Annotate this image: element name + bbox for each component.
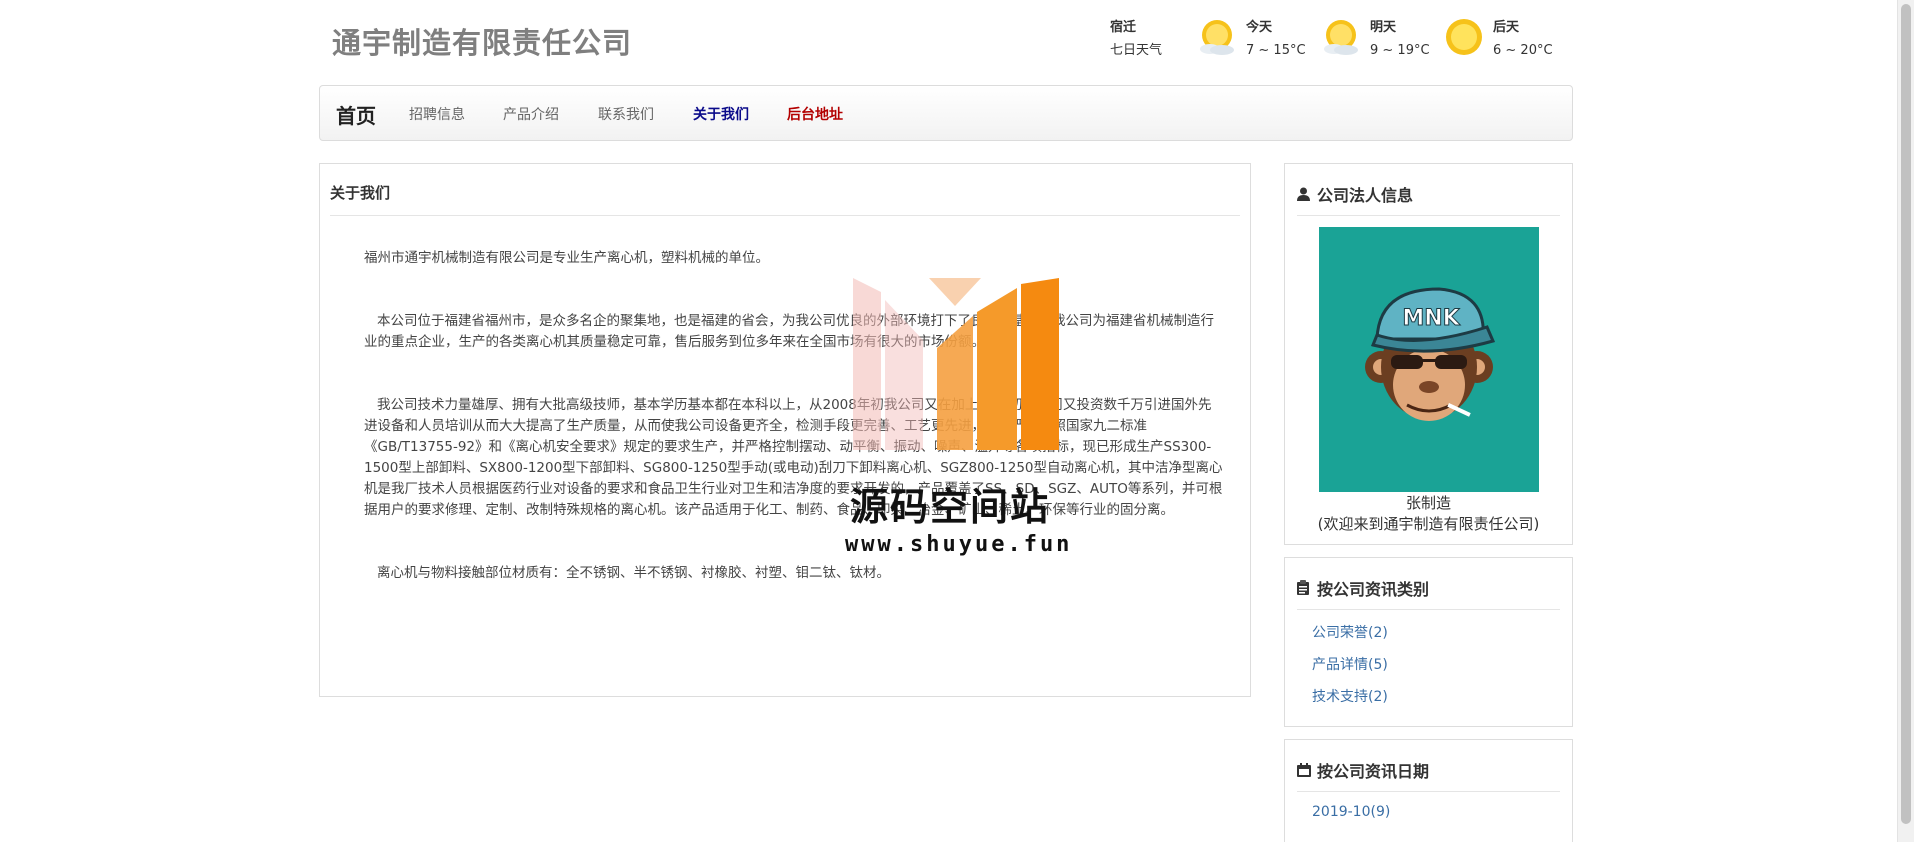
divider xyxy=(1297,791,1560,792)
divider xyxy=(1297,609,1560,610)
weather-day-name: 后天 xyxy=(1493,20,1520,35)
nav-item-jobs[interactable]: 招聘信息 xyxy=(409,104,465,124)
article-paragraph: 离心机与物料接触部位材质有：全不锈钢、半不锈钢、衬橡胶、衬塑、钼二钛、钛材。 xyxy=(377,565,890,581)
date-title: 按公司资讯日期 xyxy=(1317,762,1430,781)
weather-day-temp: 9 ~ 19°C xyxy=(1370,43,1430,58)
nav-home[interactable]: 首页 xyxy=(336,100,376,129)
panel-title: 按公司资讯日期 xyxy=(1297,758,1429,782)
article-paragraph: 福州市通宇机械制造有限公司是专业生产离心机，塑料机械的单位。 xyxy=(364,250,769,266)
category-link[interactable]: 技术支持(2) xyxy=(1312,686,1388,706)
weather-city: 宿迁 xyxy=(1110,20,1137,35)
weather-day-name: 明天 xyxy=(1370,20,1397,35)
watermark-text: 源码空间站 xyxy=(850,485,1051,529)
panel-title: 公司法人信息 xyxy=(1297,182,1413,206)
article-body: 福州市通宇机械制造有限公司是专业生产离心机，塑料机械的单位。 本公司位于福建省福… xyxy=(364,248,1224,626)
monkey-avatar-illustration: MNK xyxy=(1365,287,1496,421)
date-panel: 按公司资讯日期 2019-10(9) xyxy=(1284,739,1573,842)
watermark-logo xyxy=(853,278,1059,450)
divider xyxy=(1297,215,1560,216)
clipboard-icon xyxy=(1297,580,1313,599)
weather-day-tomorrow: 明天 9 ~ 19°C xyxy=(1370,16,1430,62)
article-paragraph: 本公司位于福建省福州市，是众多名企的聚集地，也是福建的省会，为我公司优良的外部环… xyxy=(364,313,1214,350)
legal-person-panel: 公司法人信息 MNK 张制造 (欢迎来到通宇制造有限责任公司) xyxy=(1284,163,1573,545)
legal-welcome: (欢迎来到通宇制造有限责任公司) xyxy=(1317,515,1540,533)
weather-day-after: 后天 6 ~ 20°C xyxy=(1493,16,1553,62)
nav-item-products[interactable]: 产品介绍 xyxy=(503,104,559,124)
nav-item-about[interactable]: 关于我们 xyxy=(693,104,749,124)
legal-title: 公司法人信息 xyxy=(1317,186,1414,205)
page-scrollbar[interactable] xyxy=(1897,0,1914,842)
date-link[interactable]: 2019-10(9) xyxy=(1312,804,1390,820)
weather-location: 宿迁 七日天气 xyxy=(1110,16,1162,62)
weather-day-temp: 7 ~ 15°C xyxy=(1246,43,1306,58)
cap-lettering: MNK xyxy=(1402,306,1460,331)
category-link[interactable]: 公司荣誉(2) xyxy=(1312,622,1388,642)
nav-item-admin[interactable]: 后台地址 xyxy=(787,104,843,124)
sun-cloud-icon xyxy=(1200,20,1234,55)
panel-title: 按公司资讯类别 xyxy=(1297,576,1429,600)
calendar-icon xyxy=(1297,763,1313,781)
about-panel: 关于我们 福州市通宇机械制造有限公司是专业生产离心机，塑料机械的单位。 本公司位… xyxy=(319,163,1251,697)
avatar: MNK xyxy=(1319,227,1539,492)
weather-subtitle: 七日天气 xyxy=(1110,43,1163,58)
nav-item-contact[interactable]: 联系我们 xyxy=(598,104,654,124)
weather-day-temp: 6 ~ 20°C xyxy=(1493,43,1553,58)
weather-day-name: 今天 xyxy=(1246,20,1273,35)
category-link[interactable]: 产品详情(5) xyxy=(1312,654,1388,674)
user-icon xyxy=(1297,187,1313,205)
sun-cloud-icon xyxy=(1324,20,1358,55)
page: 通宇制造有限责任公司 宿迁 七日天气 今天 7 ~ 15°C 明天 9 ~ 19… xyxy=(0,0,1914,842)
scrollbar-thumb[interactable] xyxy=(1901,4,1911,824)
category-panel: 按公司资讯类别 公司荣誉(2) 产品详情(5) 技术支持(2) xyxy=(1284,557,1573,727)
watermark-url: www.shuyue.fun xyxy=(845,532,1073,557)
panel-title: 关于我们 xyxy=(330,184,391,202)
navbar: 首页 招聘信息 产品介绍 联系我们 关于我们 后台地址 xyxy=(319,85,1573,141)
weather-day-today: 今天 7 ~ 15°C xyxy=(1246,16,1306,62)
sun-icon xyxy=(1446,19,1482,55)
article-paragraph: 我公司技术力量雄厚、拥有大批高级技师，基本学历基本都在本科以上，从2008年初我… xyxy=(364,397,1223,518)
site-title: 通宇制造有限责任公司 xyxy=(332,26,633,60)
divider xyxy=(330,215,1240,216)
legal-name: 张制造 xyxy=(1405,494,1451,512)
category-title: 按公司资讯类别 xyxy=(1317,580,1430,599)
